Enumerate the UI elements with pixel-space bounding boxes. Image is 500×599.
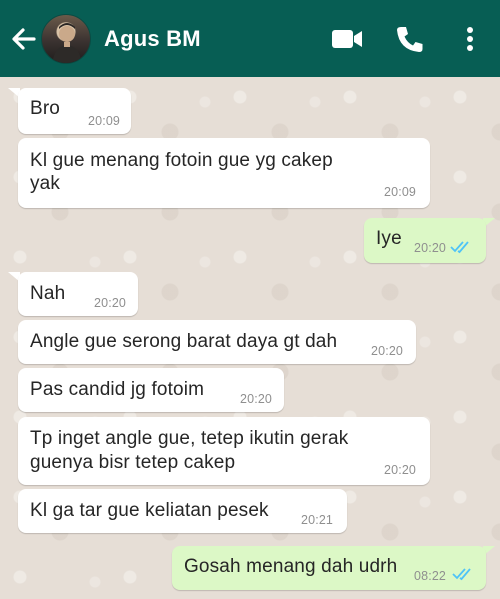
phone-call-icon[interactable]: [393, 24, 427, 54]
message-time: 20:09: [384, 185, 417, 199]
incoming-message[interactable]: Angle gue serong barat daya gt dah 20:20: [18, 320, 416, 364]
message-time: 20:20: [371, 344, 404, 358]
outgoing-message[interactable]: Gosah menang dah udrh 08:22: [172, 546, 486, 590]
message-time: 20:20: [94, 296, 127, 310]
message-text-line2: yak: [30, 173, 61, 194]
message-text: Pas candid jg fotoim: [30, 379, 205, 400]
incoming-message[interactable]: Kl gue menang fotoin gue yg cakep yak 20…: [18, 138, 430, 208]
message-text: Gosah menang dah udrh: [184, 556, 398, 577]
message-text: Iye: [376, 228, 402, 249]
message-text: Angle gue serong barat daya gt dah: [30, 331, 338, 352]
message-text: Bro: [30, 98, 61, 119]
message-text-line2: guenya bisr tetep cakep: [30, 452, 236, 473]
message-text: Kl gue menang fotoin gue yg cakep: [30, 150, 333, 171]
message-time: 20:09: [88, 114, 121, 128]
message-time: 20:20: [384, 463, 417, 477]
message-text: Nah: [30, 283, 66, 304]
message-time: 20:21: [301, 513, 334, 527]
chat-header: Agus BM: [0, 0, 500, 77]
incoming-message[interactable]: Bro 20:09: [18, 88, 131, 134]
incoming-message[interactable]: Pas candid jg fotoim 20:20: [18, 368, 284, 412]
video-call-icon[interactable]: [330, 24, 364, 54]
outgoing-message[interactable]: Iye 20:20: [364, 218, 486, 263]
more-options-icon[interactable]: [458, 24, 482, 54]
incoming-message[interactable]: Tp inget angle gue, tetep ikutin gerak g…: [18, 417, 430, 485]
contact-name[interactable]: Agus BM: [104, 26, 201, 52]
avatar[interactable]: [41, 14, 91, 64]
back-arrow-icon[interactable]: [8, 24, 38, 54]
message-time: 20:20: [414, 241, 447, 255]
message-text: Tp inget angle gue, tetep ikutin gerak: [30, 428, 349, 449]
message-time: 20:20: [240, 392, 273, 406]
message-text: Kl ga tar gue keliatan pesek: [30, 500, 269, 521]
incoming-message[interactable]: Kl ga tar gue keliatan pesek 20:21: [18, 489, 347, 533]
incoming-message[interactable]: Nah 20:20: [18, 272, 138, 316]
message-time: 08:22: [414, 569, 447, 583]
read-receipt-icon: [450, 241, 469, 254]
read-receipt-icon: [452, 568, 471, 581]
